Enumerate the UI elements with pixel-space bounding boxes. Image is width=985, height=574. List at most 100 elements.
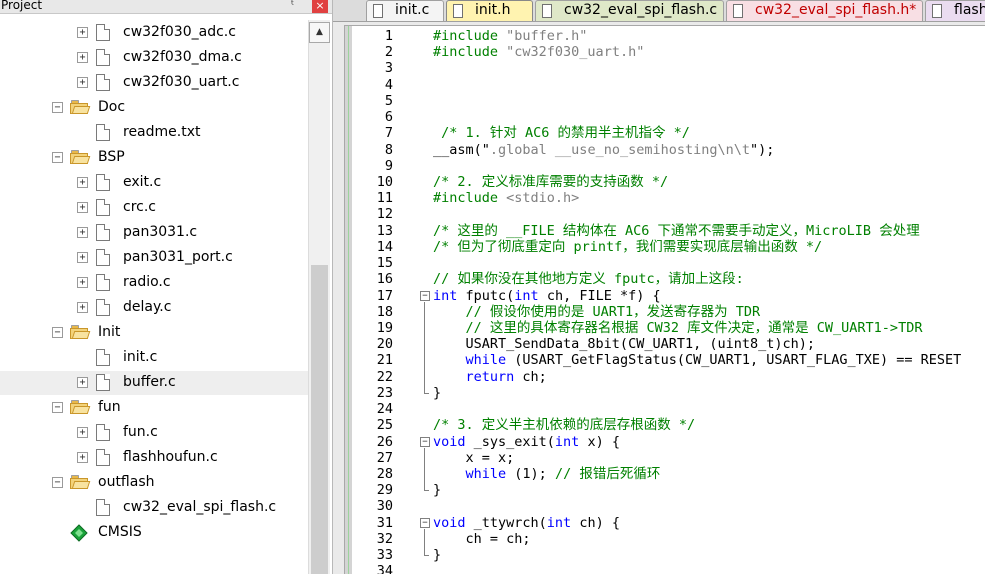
line-number: 30 — [376, 498, 393, 514]
line-number: 17 — [376, 288, 393, 304]
tree-item[interactable]: − Doc — [0, 96, 308, 120]
code-line: 33} — [345, 547, 985, 563]
code-token: // 报错后死循环 — [554, 466, 661, 482]
tab-flash[interactable]: flash — [925, 0, 985, 21]
collapse-icon[interactable]: − — [52, 152, 63, 163]
tree-item[interactable]: + delay.c — [0, 296, 308, 320]
collapse-icon[interactable]: − — [52, 477, 63, 488]
code-token: } — [433, 547, 442, 563]
fold-collapse-icon[interactable]: − — [420, 291, 430, 301]
fold-collapse-icon[interactable]: − — [420, 437, 430, 447]
tree-item[interactable]: + pan3031.c — [0, 221, 308, 245]
fold-guide-line — [424, 448, 425, 490]
expand-icon[interactable]: + — [77, 452, 88, 463]
tab-cw32-eval-spi-flash-h-[interactable]: cw32_eval_spi_flash.h* — [726, 0, 923, 21]
code-token: } — [433, 385, 442, 401]
tree-item[interactable]: + fun.c — [0, 421, 308, 445]
code-token: fputc( — [457, 288, 515, 304]
line-number: 18 — [376, 304, 393, 320]
expand-icon[interactable]: + — [77, 302, 88, 313]
tree-item[interactable]: + crc.c — [0, 196, 308, 220]
tree-item[interactable]: CMSIS — [0, 521, 308, 545]
code-line: 25 /* 3. 定义半主机依赖的底层存根函数 */ — [345, 417, 985, 433]
project-scrollbar[interactable]: ▲ — [308, 20, 330, 574]
tree-item[interactable]: + pan3031_port.c — [0, 246, 308, 270]
code-token: "); — [750, 142, 775, 158]
code-line: 14 /* 但为了彻底重定向 printf，我们需要实现底层输出函数 */ — [345, 239, 985, 255]
code-editor[interactable]: 1 #include "buffer.h" 2 #include "cw32f030_… — [344, 25, 985, 574]
code-token: ch; — [514, 369, 547, 385]
tree-item[interactable]: + exit.c — [0, 171, 308, 195]
tree-item[interactable]: + cw32f030_dma.c — [0, 46, 308, 70]
line-number: 20 — [376, 336, 393, 352]
tree-item[interactable]: + buffer.c — [0, 371, 308, 395]
code-text: #include "cw32f030_uart.h" — [433, 44, 644, 60]
tree-item[interactable]: − fun — [0, 396, 308, 420]
code-line: 31 − void _ttywrch(int ch) { — [345, 515, 985, 531]
file-icon — [96, 224, 110, 241]
fold-collapse-icon[interactable]: − — [420, 518, 430, 528]
code-token: "buffer.h" — [506, 28, 588, 44]
tree-item[interactable]: init.c — [0, 346, 308, 370]
file-icon — [96, 199, 110, 216]
code-text: ch = ch; — [433, 531, 531, 547]
line-number: 33 — [376, 547, 393, 563]
expand-icon[interactable]: + — [77, 52, 88, 63]
tree-item[interactable]: readme.txt — [0, 121, 308, 145]
scroll-up-button[interactable]: ▲ — [309, 22, 330, 43]
tree-item[interactable]: + cw32f030_adc.c — [0, 21, 308, 45]
expand-icon[interactable]: + — [77, 427, 88, 438]
line-number: 28 — [376, 466, 393, 482]
tree-item[interactable]: + radio.c — [0, 271, 308, 295]
code-line: 12 — [345, 206, 985, 222]
tree-item-label: buffer.c — [123, 374, 176, 390]
line-number: 25 — [376, 417, 393, 433]
expand-icon[interactable]: + — [77, 252, 88, 263]
code-text: void _ttywrch(int ch) { — [433, 515, 620, 531]
project-tree: + cw32f030_adc.c + cw32f030_dma.c + cw32f030_… — [0, 14, 310, 574]
expand-icon[interactable]: + — [77, 77, 88, 88]
tree-item[interactable]: − Init — [0, 321, 308, 345]
code-text: return ch; — [433, 369, 547, 385]
code-text: } — [433, 385, 441, 401]
expand-icon[interactable]: + — [77, 27, 88, 38]
tab-init-c[interactable]: init.c — [366, 0, 444, 21]
expand-icon[interactable]: + — [77, 277, 88, 288]
code-line: 6 — [345, 109, 985, 125]
tree-item-label: init.c — [123, 349, 158, 365]
project-panel: Project ᵗ × + cw32f030_adc.c + cw32f030_dma… — [0, 0, 333, 574]
line-number: 15 — [376, 255, 393, 271]
file-tab-icon — [542, 4, 552, 18]
code-line: 24 — [345, 401, 985, 417]
tree-item[interactable]: + cw32f030_uart.c — [0, 71, 308, 95]
code-token: x) { — [579, 434, 620, 450]
tab-init-h[interactable]: init.h — [446, 0, 533, 21]
close-panel-button[interactable]: × — [312, 0, 328, 13]
scroll-thumb[interactable] — [311, 265, 328, 574]
tree-item[interactable]: cw32_eval_spi_flash.c — [0, 496, 308, 520]
tab-cw32-eval-spi-flash-c[interactable]: cw32_eval_spi_flash.c — [535, 0, 724, 21]
expand-icon[interactable]: + — [77, 227, 88, 238]
tree-item[interactable]: − outflash — [0, 471, 308, 495]
pin-icon[interactable]: ᵗ — [291, 0, 294, 11]
collapse-icon[interactable]: − — [52, 327, 63, 338]
tree-item[interactable]: + flashhoufun.c — [0, 446, 308, 470]
code-text: /* 这里的 __FILE 结构体在 AC6 下通常不需要手动定义，MicroL… — [433, 223, 920, 239]
expand-icon[interactable]: + — [77, 177, 88, 188]
expand-icon[interactable]: + — [77, 202, 88, 213]
line-number: 22 — [376, 369, 393, 385]
tab-label: cw32_eval_spi_flash.h* — [755, 2, 917, 18]
code-line: 19 // 这里的具体寄存器名根据 CW32 库文件决定，通常是 CW_UART… — [345, 320, 985, 336]
collapse-icon[interactable]: − — [52, 102, 63, 113]
collapse-icon[interactable]: − — [52, 402, 63, 413]
file-icon — [96, 499, 110, 516]
expand-icon[interactable]: + — [77, 377, 88, 388]
code-text: while (USART_GetFlagStatus(CW_UART1, USA… — [433, 352, 962, 368]
code-line: 32 ch = ch; — [345, 531, 985, 547]
tree-item-label: pan3031_port.c — [123, 249, 233, 265]
tree-item[interactable]: − BSP — [0, 146, 308, 170]
file-icon — [96, 74, 110, 91]
line-number: 12 — [376, 206, 393, 222]
line-number: 29 — [376, 482, 393, 498]
